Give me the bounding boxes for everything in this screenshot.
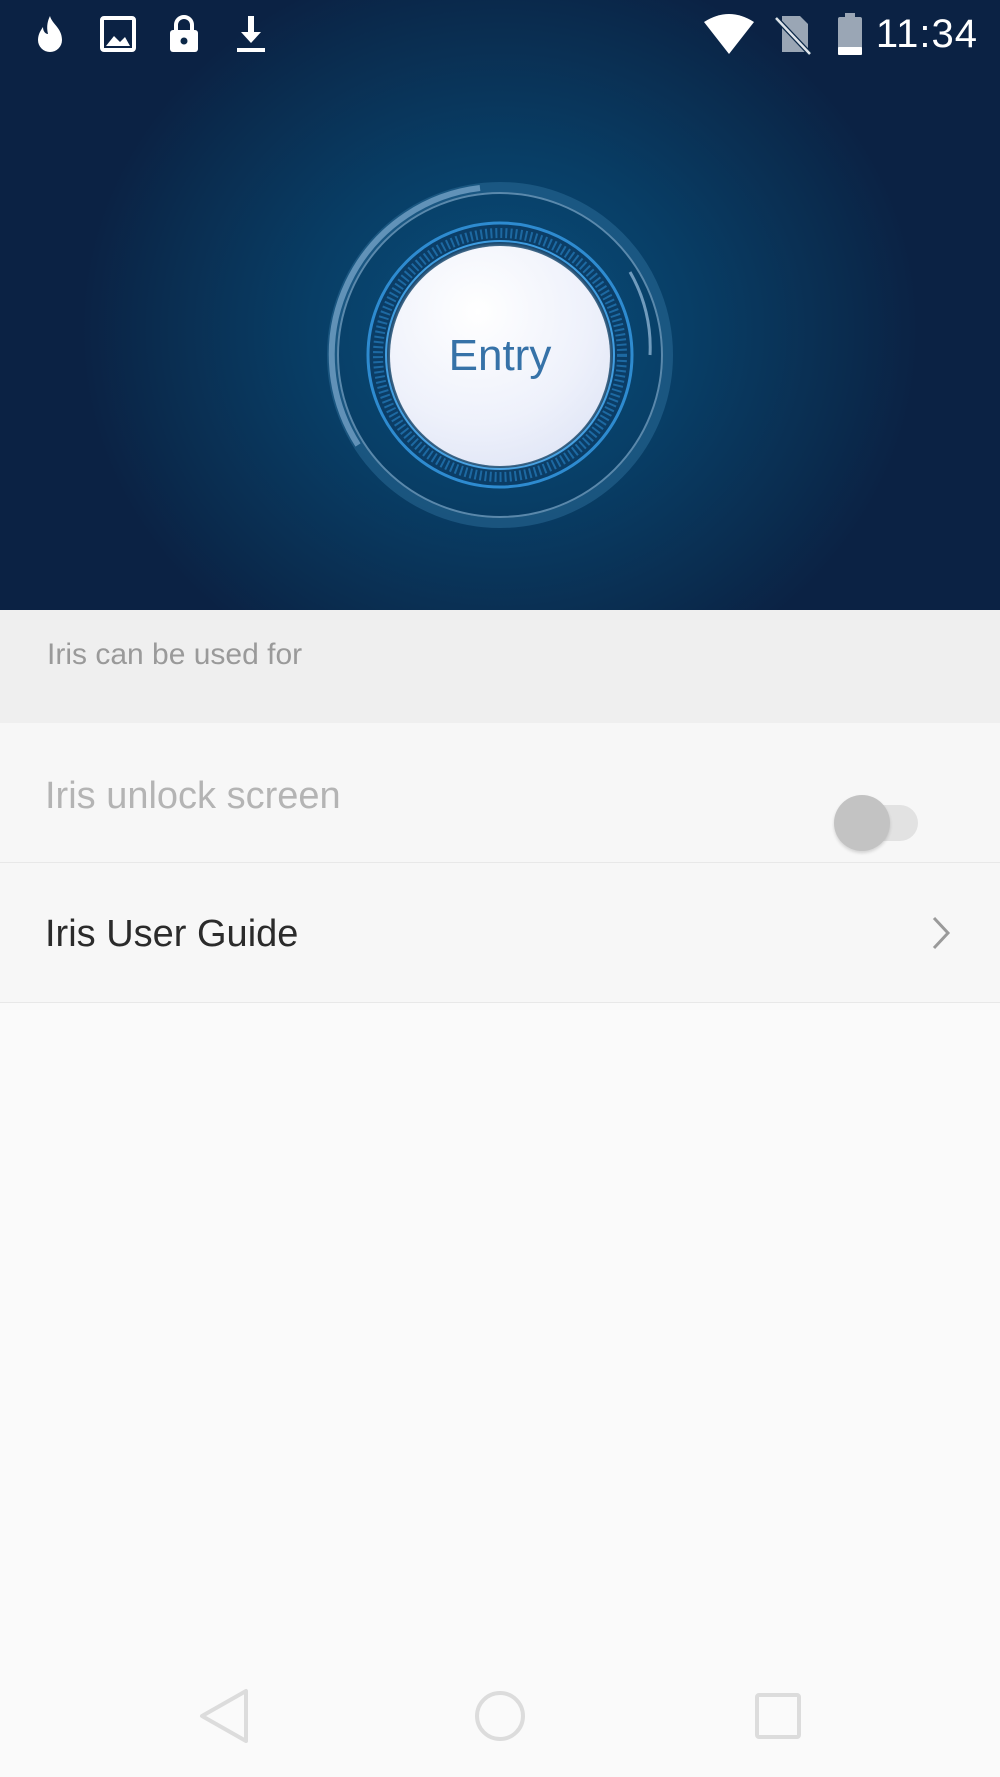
navigation-bar [0,1655,1000,1777]
toggle-knob [834,795,890,851]
back-icon[interactable] [188,1681,258,1751]
recents-icon[interactable] [743,1681,813,1751]
iris-unlock-label: Iris unlock screen [45,775,341,817]
iris-unlock-row[interactable]: Iris unlock screen [0,723,1000,863]
iris-unlock-toggle[interactable] [834,789,926,851]
iris-user-guide-label: Iris User Guide [45,913,299,955]
section-header-label: Iris can be used for [47,638,303,671]
iris-user-guide-row[interactable]: Iris User Guide [0,863,1000,1003]
iris-hero-panel: 11:34 Entry [0,0,1000,610]
home-icon[interactable] [465,1681,535,1751]
entry-button[interactable]: Entry [390,246,610,466]
chevron-right-icon [932,916,951,950]
section-header: Iris can be used for [0,610,1000,723]
